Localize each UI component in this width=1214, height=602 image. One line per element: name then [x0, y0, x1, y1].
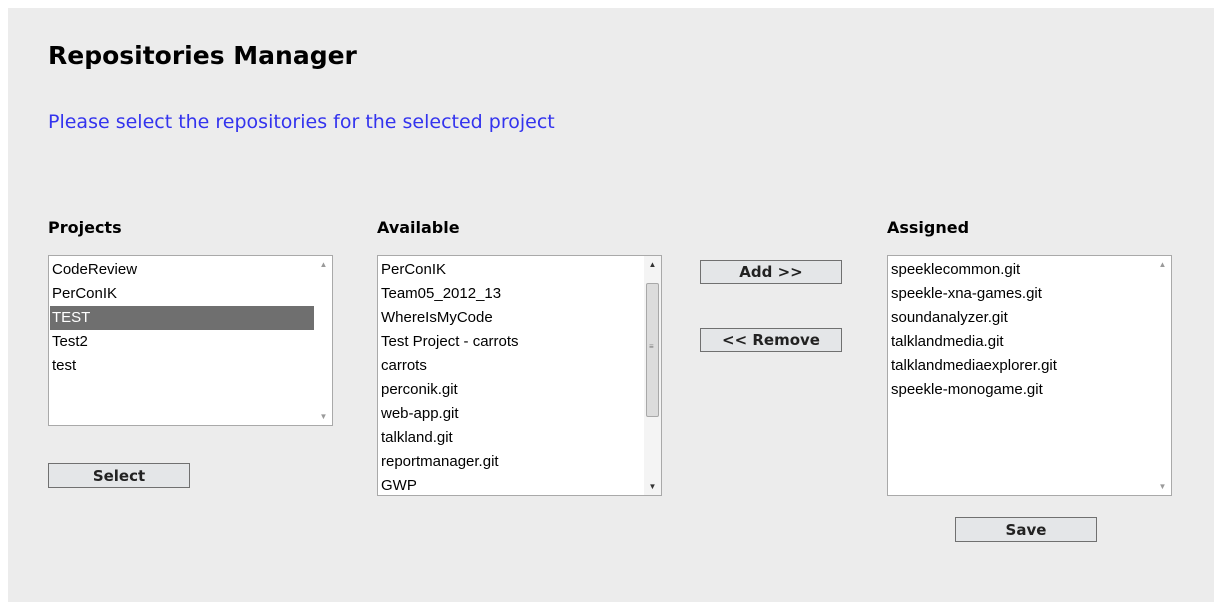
- projects-label: Projects: [48, 218, 122, 237]
- available-item[interactable]: web-app.git: [379, 402, 643, 426]
- available-item[interactable]: Test Project - carrots: [379, 330, 643, 354]
- available-item[interactable]: reportmanager.git: [379, 450, 643, 474]
- projects-scrollbar[interactable]: ▲ ▼: [315, 256, 332, 425]
- projects-listbox[interactable]: CodeReview PerConIK TEST Test2 test ▲ ▼: [48, 255, 333, 426]
- available-item[interactable]: perconik.git: [379, 378, 643, 402]
- available-label: Available: [377, 218, 460, 237]
- scroll-down-arrow-icon[interactable]: ▼: [644, 478, 661, 495]
- page-title: Repositories Manager: [48, 41, 357, 70]
- available-item[interactable]: PerConIK: [379, 258, 643, 282]
- assigned-scrollbar[interactable]: ▲ ▼: [1154, 256, 1171, 495]
- add-button[interactable]: Add >>: [700, 260, 842, 284]
- available-item[interactable]: WhereIsMyCode: [379, 306, 643, 330]
- project-item[interactable]: test: [50, 354, 314, 378]
- assigned-item[interactable]: speekle-monogame.git: [889, 378, 1153, 402]
- select-button[interactable]: Select: [48, 463, 190, 488]
- remove-button[interactable]: << Remove: [700, 328, 842, 352]
- available-item[interactable]: Team05_2012_13: [379, 282, 643, 306]
- page-subtitle: Please select the repositories for the s…: [48, 111, 555, 133]
- save-button[interactable]: Save: [955, 517, 1097, 542]
- assigned-item[interactable]: speekle-xna-games.git: [889, 282, 1153, 306]
- project-item-selected[interactable]: TEST: [50, 306, 314, 330]
- assigned-item[interactable]: talklandmedia.git: [889, 330, 1153, 354]
- scroll-down-arrow-icon[interactable]: ▼: [315, 408, 332, 425]
- assigned-item[interactable]: soundanalyzer.git: [889, 306, 1153, 330]
- scroll-thumb[interactable]: ≡: [646, 283, 659, 417]
- available-item[interactable]: talkland.git: [379, 426, 643, 450]
- scroll-up-arrow-icon[interactable]: ▲: [1154, 256, 1171, 273]
- assigned-item[interactable]: talklandmediaexplorer.git: [889, 354, 1153, 378]
- scroll-grip-icon: ≡: [649, 342, 654, 351]
- project-item[interactable]: PerConIK: [50, 282, 314, 306]
- scroll-up-arrow-icon[interactable]: ▲: [644, 256, 661, 273]
- assigned-listbox[interactable]: speeklecommon.git speekle-xna-games.git …: [887, 255, 1172, 496]
- available-listbox[interactable]: PerConIK Team05_2012_13 WhereIsMyCode Te…: [377, 255, 662, 496]
- available-scrollbar[interactable]: ▲ ≡ ▼: [644, 256, 661, 495]
- scroll-up-arrow-icon[interactable]: ▲: [315, 256, 332, 273]
- available-item[interactable]: GWP: [379, 474, 643, 495]
- assigned-item[interactable]: speeklecommon.git: [889, 258, 1153, 282]
- project-item[interactable]: CodeReview: [50, 258, 314, 282]
- assigned-label: Assigned: [887, 218, 970, 237]
- project-item[interactable]: Test2: [50, 330, 314, 354]
- available-item[interactable]: carrots: [379, 354, 643, 378]
- scroll-down-arrow-icon[interactable]: ▼: [1154, 478, 1171, 495]
